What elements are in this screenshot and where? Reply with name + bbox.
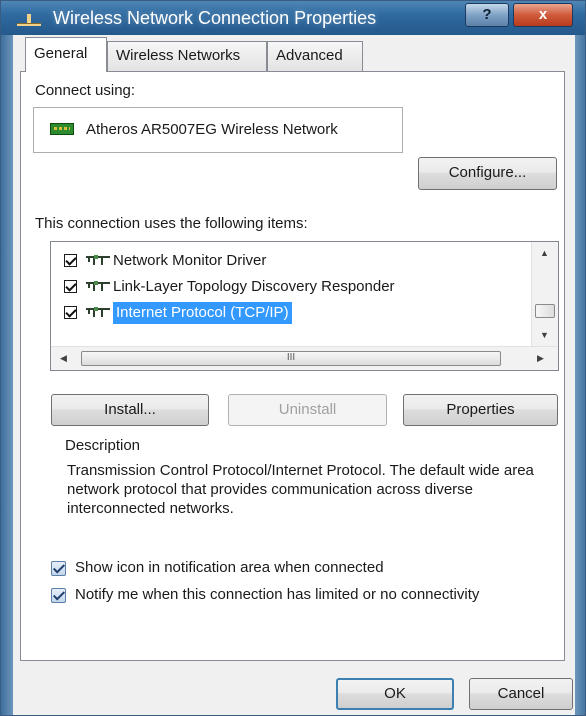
notify-label[interactable]: Notify me when this connection has limit… [75, 586, 479, 603]
scroll-down-arrow-icon[interactable]: ▼ [540, 330, 549, 340]
item-checkbox[interactable] [64, 280, 77, 293]
properties-window: Wireless Network Connection Properties ?… [0, 0, 586, 716]
network-adapter-icon [50, 123, 74, 135]
items-listview[interactable]: Network Monitor Driver Link-Layer Topolo… [50, 241, 559, 371]
adapter-box: Atheros AR5007EG Wireless Network [33, 107, 403, 153]
show-icon-label[interactable]: Show icon in notification area when conn… [75, 559, 384, 576]
show-icon-checkbox[interactable] [51, 561, 66, 576]
description-label: Description [65, 437, 141, 454]
adapter-name: Atheros AR5007EG Wireless Network [86, 121, 338, 138]
list-item[interactable]: Network Monitor Driver [51, 250, 531, 276]
network-service-icon [86, 255, 110, 265]
network-protocol-icon [86, 307, 110, 317]
items-label: This connection uses the following items… [35, 215, 308, 232]
scroll-left-arrow-icon[interactable]: ◀ [60, 353, 67, 364]
panel-content: Connect using: Atheros AR5007EG Wireless… [1, 1, 585, 715]
item-checkbox[interactable] [64, 254, 77, 267]
list-item[interactable]: Internet Protocol (TCP/IP) [51, 302, 531, 328]
list-item[interactable]: Link-Layer Topology Discovery Responder [51, 276, 531, 302]
horizontal-scrollbar[interactable]: ◀ III ▶ [51, 346, 558, 370]
connect-using-label: Connect using: [35, 82, 136, 99]
vertical-scroll-thumb[interactable] [535, 304, 555, 318]
network-protocol-icon [86, 281, 110, 291]
scroll-right-arrow-icon[interactable]: ▶ [537, 353, 544, 364]
description-text: Transmission Control Protocol/Internet P… [67, 462, 534, 517]
cancel-button[interactable]: Cancel [469, 678, 573, 710]
scroll-up-arrow-icon[interactable]: ▲ [540, 248, 549, 258]
item-label-selected: Internet Protocol (TCP/IP) [113, 302, 292, 324]
vertical-scrollbar[interactable]: ▲ ▼ [531, 242, 558, 346]
uninstall-button[interactable]: Uninstall [228, 394, 387, 426]
notify-checkbox[interactable] [51, 588, 66, 603]
item-checkbox[interactable] [64, 306, 77, 319]
install-button[interactable]: Install... [51, 394, 209, 426]
horizontal-scroll-thumb[interactable]: III [81, 351, 501, 366]
ok-button[interactable]: OK [336, 678, 454, 710]
item-label: Link-Layer Topology Discovery Responder [113, 278, 395, 295]
properties-button[interactable]: Properties [403, 394, 558, 426]
item-label: Network Monitor Driver [113, 252, 267, 269]
configure-button[interactable]: Configure... [418, 157, 557, 190]
